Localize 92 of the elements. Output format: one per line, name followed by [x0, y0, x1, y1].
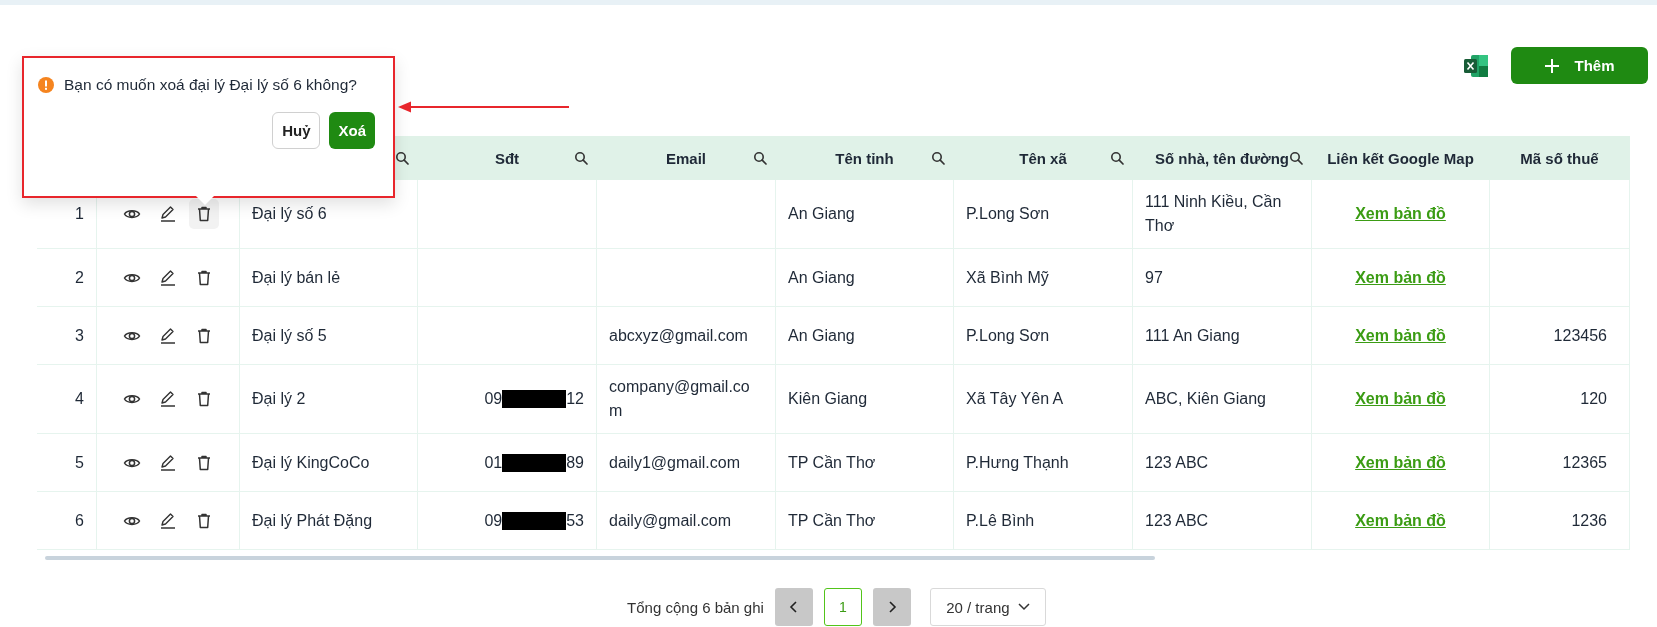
column-header: Số nhà, tên đường	[1155, 149, 1289, 167]
table-cell: 12365	[1490, 434, 1630, 492]
table-cell: abcxyz@gmail.com	[597, 307, 776, 365]
table-cell: 111 An Giang	[1133, 307, 1312, 365]
table-cell: An Giang	[776, 307, 954, 365]
table-cell: 111 Ninh Kiều, Cần Thơ	[1133, 180, 1312, 249]
column-header: Email	[666, 149, 706, 167]
table-cell: Đại lý số 5	[240, 307, 418, 365]
delete-button[interactable]	[189, 199, 219, 229]
phone-digits: 09	[484, 510, 503, 531]
table-cell: P.Lê Bình	[954, 492, 1133, 550]
table-cell: daily1@gmail.com	[597, 434, 776, 492]
table-cell: ABC, Kiên Giang	[1133, 365, 1312, 434]
search-icon[interactable]	[753, 151, 767, 165]
pencil-icon	[159, 453, 177, 472]
table-cell: P.Hưng Thạnh	[954, 434, 1133, 492]
table-cell: 1236	[1490, 492, 1630, 550]
table-cell: Đại lý bán lẻ	[240, 249, 418, 307]
trash-icon	[195, 453, 213, 472]
table-cell: 123456	[1490, 307, 1630, 365]
table-cell: TP Cần Thơ	[776, 434, 954, 492]
table-cell: An Giang	[776, 249, 954, 307]
trash-icon	[195, 205, 213, 223]
trash-icon	[195, 511, 213, 530]
delete-confirm-button[interactable]: Xoá	[329, 112, 375, 149]
table-cell: 123 ABC	[1133, 492, 1312, 550]
pencil-icon	[159, 511, 177, 530]
phone-digits: 01	[484, 452, 503, 473]
trash-icon	[195, 390, 213, 408]
table-cell: P.Long Sơn	[954, 180, 1133, 249]
redaction-bar	[502, 511, 567, 530]
pencil-icon	[159, 268, 177, 287]
column-header: Sđt	[494, 149, 520, 167]
table-cell: company@gmail.com	[597, 365, 776, 434]
table-cell: Xã Tây Yên A	[954, 365, 1133, 434]
table-cell: Đại lý 2	[240, 365, 418, 434]
warning-icon	[38, 77, 54, 93]
search-icon[interactable]	[574, 151, 588, 165]
page-size-select[interactable]: 20 / trang	[929, 588, 1046, 626]
table-cell: Xã Bình Mỹ	[954, 249, 1133, 307]
page-button[interactable]: 1	[823, 588, 862, 626]
table-cell: TP Cần Thơ	[776, 492, 954, 550]
column-header: Tên tỉnh	[835, 149, 894, 167]
excel-export-icon[interactable]	[1463, 53, 1489, 78]
search-icon[interactable]	[1289, 151, 1303, 165]
map-link[interactable]: Xem bản đồ	[1355, 323, 1446, 348]
pencil-icon	[159, 205, 177, 223]
table-cell: 4	[37, 365, 97, 434]
chevron-left-icon	[787, 600, 800, 614]
table-cell: 6	[37, 492, 97, 550]
column-header: Liên kết Google Map	[1327, 149, 1474, 167]
pencil-icon	[159, 390, 177, 408]
table-cell: daily@gmail.com	[597, 492, 776, 550]
search-icon[interactable]	[931, 151, 945, 165]
search-icon[interactable]	[1110, 151, 1124, 165]
redaction-bar	[502, 390, 567, 408]
horizontal-scrollbar[interactable]	[45, 556, 1155, 560]
chevron-down-icon	[1017, 603, 1030, 611]
plus-icon	[1544, 57, 1561, 74]
phone-digits: 09	[484, 389, 503, 409]
next-page-button[interactable]	[872, 588, 911, 626]
table-cell: 123 ABC	[1133, 434, 1312, 492]
add-button[interactable]: Thêm	[1511, 47, 1648, 84]
column-header: Mã số thuế	[1520, 149, 1599, 167]
table-cell: Kiên Giang	[776, 365, 954, 434]
confirm-message: Bạn có muốn xoá đại lý Đại lý số 6 không?	[64, 76, 357, 94]
map-link[interactable]: Xem bản đồ	[1355, 265, 1446, 290]
total-records: Tổng cộng 6 bản ghi	[627, 598, 764, 616]
search-icon[interactable]	[395, 151, 409, 165]
column-header: Tên xã	[1019, 149, 1067, 167]
map-link[interactable]: Xem bản đồ	[1355, 450, 1446, 475]
map-link[interactable]: Xem bản đồ	[1355, 387, 1446, 411]
map-link[interactable]: Xem bản đồ	[1355, 508, 1446, 533]
redaction-bar	[502, 453, 567, 472]
table-cell: 120	[1490, 365, 1630, 434]
table-cell: P.Long Sơn	[954, 307, 1133, 365]
table-cell: Đại lý KingCoCo	[240, 434, 418, 492]
table-cell: 2	[37, 249, 97, 307]
phone-digits: 53	[566, 510, 584, 531]
phone-digits: 89	[566, 452, 584, 473]
table-cell: An Giang	[776, 180, 954, 249]
trash-icon	[195, 268, 213, 287]
map-link[interactable]: Xem bản đồ	[1355, 202, 1446, 226]
phone-digits: 12	[566, 389, 584, 409]
table-cell: 97	[1133, 249, 1312, 307]
pencil-icon	[159, 326, 177, 345]
trash-icon	[195, 326, 213, 345]
prev-page-button[interactable]	[774, 588, 813, 626]
table-cell: Đại lý Phát Đặng	[240, 492, 418, 550]
table-cell: 3	[37, 307, 97, 365]
table-cell: 5	[37, 434, 97, 492]
cancel-button[interactable]: Huỷ	[272, 112, 321, 149]
